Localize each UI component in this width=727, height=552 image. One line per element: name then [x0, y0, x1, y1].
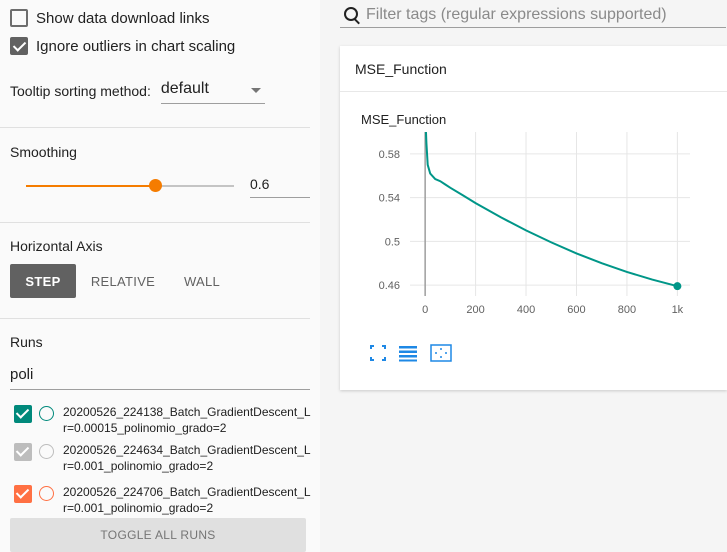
ignore-outliers-label: Ignore outliers in chart scaling	[36, 37, 236, 55]
show-download-links-label: Show data download links	[36, 9, 210, 27]
runs-title: Runs	[10, 334, 43, 350]
tooltip-sorting-label: Tooltip sorting method:	[10, 83, 151, 99]
smoothing-title: Smoothing	[10, 144, 77, 160]
run-item[interactable]: 20200526_224138_Batch_GradientDescent_Lr…	[14, 404, 313, 436]
tooltip-sorting-select[interactable]: default	[160, 78, 265, 104]
axis-wall-button[interactable]: WALL	[170, 264, 234, 298]
divider	[0, 318, 310, 319]
y-tick-label: 0.46	[379, 280, 400, 292]
run-name: 20200526_224138_Batch_GradientDescent_Lr…	[63, 405, 311, 435]
run-color-circle[interactable]	[39, 486, 54, 501]
run-name: 20200526_224634_Batch_GradientDescent_Lr…	[63, 443, 311, 473]
x-tick-label: 200	[466, 304, 484, 316]
run-item[interactable]: 20200526_224634_Batch_GradientDescent_Lr…	[14, 442, 313, 474]
tooltip-sorting-value: default	[160, 80, 209, 97]
y-tick-label: 0.58	[379, 149, 400, 161]
fullscreen-icon[interactable]	[370, 344, 386, 362]
x-tick-label: 400	[517, 304, 535, 316]
x-tick-label: 0	[422, 304, 428, 316]
sidebar: Show data download links Ignore outliers…	[0, 0, 320, 552]
runs-filter-input[interactable]: poli	[10, 362, 310, 390]
horizontal-axis-title: Horizontal Axis	[10, 238, 103, 254]
show-download-links-checkbox[interactable]	[10, 9, 28, 27]
chevron-down-icon	[250, 88, 261, 93]
tensorboard-scalars-page: Show data download links Ignore outliers…	[0, 0, 727, 552]
x-tick-label: 800	[618, 304, 636, 316]
tooltip-sorting-row: Tooltip sorting method: default	[10, 78, 265, 104]
ignore-outliers-option[interactable]: Ignore outliers in chart scaling	[10, 36, 235, 56]
ignore-outliers-checkbox[interactable]	[10, 37, 28, 55]
fit-domain-icon[interactable]	[430, 344, 452, 362]
line-chart[interactable]: 0 200 400 600 800 1k 0.46 0.5 0.54 0.58	[340, 126, 727, 336]
tag-filter[interactable]: Filter tags (regular expressions support…	[340, 2, 726, 28]
tag-filter-placeholder: Filter tags (regular expressions support…	[366, 5, 667, 23]
chart-title: MSE_Function	[361, 112, 447, 127]
run-checkbox[interactable]	[14, 443, 32, 461]
axis-step-button[interactable]: STEP	[10, 264, 76, 298]
series-end-point	[673, 282, 682, 291]
search-icon	[342, 5, 362, 25]
smoothing-slider[interactable]	[26, 179, 234, 192]
card-header[interactable]: MSE_Function	[340, 46, 727, 92]
run-color-circle[interactable]	[39, 406, 54, 421]
run-name: 20200526_224706_Batch_GradientDescent_Lr…	[63, 485, 311, 515]
scalar-card: MSE_Function MSE_Function 0 200 400 600 800 1…	[340, 46, 727, 390]
smoothing-slider-fill	[26, 185, 155, 187]
card-header-title: MSE_Function	[355, 60, 447, 77]
run-checkbox[interactable]	[14, 485, 32, 503]
series-line	[424, 132, 678, 288]
divider	[0, 127, 310, 128]
toggle-all-runs-button[interactable]: TOGGLE ALL RUNS	[10, 518, 306, 552]
run-checkbox[interactable]	[14, 405, 32, 423]
data-table-icon[interactable]	[398, 344, 418, 362]
smoothing-slider-thumb[interactable]	[148, 179, 162, 192]
run-color-circle[interactable]	[39, 444, 54, 459]
y-tick-label: 0.5	[385, 236, 400, 248]
show-download-links-option[interactable]: Show data download links	[10, 8, 209, 28]
axis-relative-button[interactable]: RELATIVE	[86, 264, 160, 298]
y-tick-label: 0.54	[379, 193, 400, 205]
run-item[interactable]: 20200526_224706_Batch_GradientDescent_Lr…	[14, 484, 313, 516]
x-tick-label: 1k	[672, 304, 684, 316]
x-tick-label: 600	[567, 304, 585, 316]
divider	[0, 222, 310, 223]
smoothing-value-input[interactable]: 0.6	[250, 172, 310, 198]
